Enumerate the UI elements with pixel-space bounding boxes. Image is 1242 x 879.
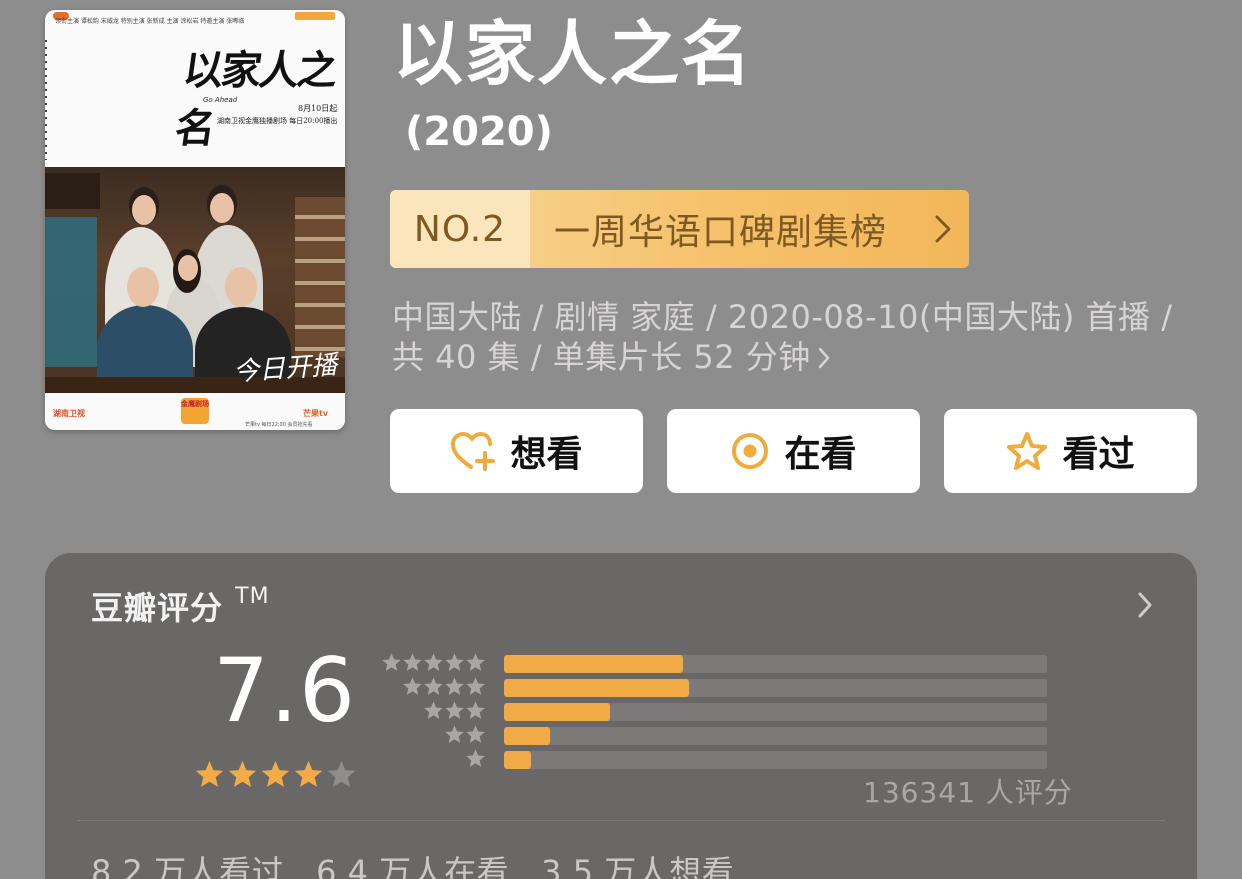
watching-button[interactable]: 在看 — [667, 409, 920, 493]
poster-date: 8月10日起 — [298, 104, 338, 113]
watched-button[interactable]: 看过 — [944, 409, 1197, 493]
want-count[interactable]: 3.5 万人想看 — [541, 847, 734, 879]
rating-count: 136341 人评分 — [863, 776, 1073, 809]
rating-bar-track — [504, 727, 1047, 745]
chevron-right-icon — [917, 190, 969, 268]
poster-shop-sign — [45, 173, 100, 209]
star-icon — [293, 759, 324, 794]
divider — [77, 820, 1165, 821]
rating-bar-stars — [381, 652, 486, 677]
ranking-label: 一周华语口碑剧集榜 — [554, 212, 888, 253]
star-icon — [227, 759, 258, 794]
ranking-badge[interactable]: NO.2 一周华语口碑剧集榜 — [390, 190, 969, 268]
rating-bar-fill — [504, 727, 551, 745]
watched-count[interactable]: 8.2 万人看过 — [91, 847, 284, 879]
hunan-tv-logo: 湖南卫视 — [53, 409, 85, 418]
rating-bar-track — [504, 751, 1047, 769]
star-icon — [465, 700, 486, 725]
rating-bar-stars — [465, 748, 486, 773]
heart-plus-icon — [450, 431, 496, 471]
star-icon — [465, 748, 486, 773]
poster-shelf — [295, 197, 345, 357]
star-icon — [444, 676, 465, 701]
want-to-watch-label: 想看 — [510, 434, 583, 475]
rating-bar-track — [504, 655, 1047, 673]
star-icon — [194, 759, 225, 794]
star-icon — [465, 652, 486, 677]
rating-bar-fill — [504, 703, 610, 721]
rating-bar-track — [504, 679, 1047, 697]
rating-bar-track — [504, 703, 1047, 721]
star-outline-icon — [1006, 431, 1048, 471]
ranking-number: NO.2 — [390, 190, 530, 268]
star-icon — [444, 724, 465, 749]
star-icon — [402, 652, 423, 677]
poster-title: 以家人之名 — [172, 47, 339, 152]
rating-bar-fill — [504, 679, 689, 697]
watched-label: 看过 — [1062, 434, 1135, 475]
star-icon — [465, 724, 486, 749]
rating-bar-stars — [444, 724, 486, 749]
poster-person-face — [210, 193, 234, 223]
poster-side-ruler — [45, 40, 47, 160]
rating-bar-fill — [504, 751, 532, 769]
rating-heading: 豆瓣评分 TM — [91, 583, 270, 629]
poster-credits: 领衔主演 谭松韵 宋威龙 特别主演 张新成 主演 涂松岩 特邀主演 张晞临 — [55, 18, 245, 25]
want-to-watch-button[interactable]: 想看 — [390, 409, 643, 493]
star-icon — [423, 676, 444, 701]
star-icon — [402, 676, 423, 701]
meta-line-2: 共 40 集 / 单集片长 52 分钟 — [392, 338, 811, 376]
star-icon — [444, 700, 465, 725]
target-icon — [730, 431, 770, 471]
page-title: 以家人之名 — [393, 13, 753, 95]
meta-line-2-wrap: 共 40 集 / 单集片长 52 分钟 — [392, 337, 1192, 379]
poster-top-badge — [295, 12, 335, 20]
star-icon — [381, 652, 402, 677]
chevron-right-icon — [817, 339, 831, 379]
meta-line-1: 中国大陆 / 剧情 家庭 / 2020-08-10(中国大陆) 首播 / — [392, 298, 1173, 336]
star-icon — [260, 759, 291, 794]
golden-eagle-logo: 金鹰剧场 — [181, 398, 209, 424]
rating-bar-fill — [504, 655, 684, 673]
rating-stars — [194, 759, 357, 794]
rating-heading-text: 豆瓣评分 — [91, 589, 224, 627]
mango-tv-logo: 芒果tv — [303, 409, 329, 418]
poster-person-face — [178, 255, 198, 281]
poster-signature: 今日开播 — [232, 350, 339, 388]
star-icon — [423, 700, 444, 725]
poster-person-face — [132, 195, 156, 225]
rating-score: 7.6 — [213, 639, 356, 742]
release-year: (2020) — [405, 109, 553, 155]
watching-count[interactable]: 6.4 万人在看 — [316, 847, 509, 879]
audience-stats: 8.2 万人看过 6.4 万人在看 3.5 万人想看 — [91, 847, 734, 879]
chevron-right-icon[interactable] — [1137, 591, 1153, 623]
star-icon — [465, 676, 486, 701]
rating-card[interactable]: 豆瓣评分 TM 7.6 136341 人评分 8.2 万人看过 6.4 万人在看… — [45, 553, 1197, 879]
watching-label: 在看 — [784, 434, 857, 475]
poster-schedule: 湖南卫视金鹰独播剧场 每日20:00播出 — [217, 117, 338, 125]
show-meta[interactable]: 中国大陆 / 剧情 家庭 / 2020-08-10(中国大陆) 首播 / 共 4… — [392, 297, 1192, 379]
star-icon — [423, 652, 444, 677]
poster-fridge — [45, 217, 97, 367]
trademark-mark: TM — [235, 584, 270, 610]
poster-footer-text: 芒果tv 每日22:00 会员抢先看 — [245, 422, 313, 428]
rating-bar-stars — [423, 700, 486, 725]
star-icon — [444, 652, 465, 677]
poster-person-face — [127, 267, 159, 307]
poster-person-face — [225, 267, 257, 307]
rating-bar-stars — [402, 676, 486, 701]
star-icon — [326, 759, 357, 794]
poster-subtitle: Go Ahead — [203, 96, 238, 104]
poster-image[interactable]: 领衔主演 谭松韵 宋威龙 特别主演 张新成 主演 涂松岩 特邀主演 张晞临 以家… — [45, 10, 345, 430]
